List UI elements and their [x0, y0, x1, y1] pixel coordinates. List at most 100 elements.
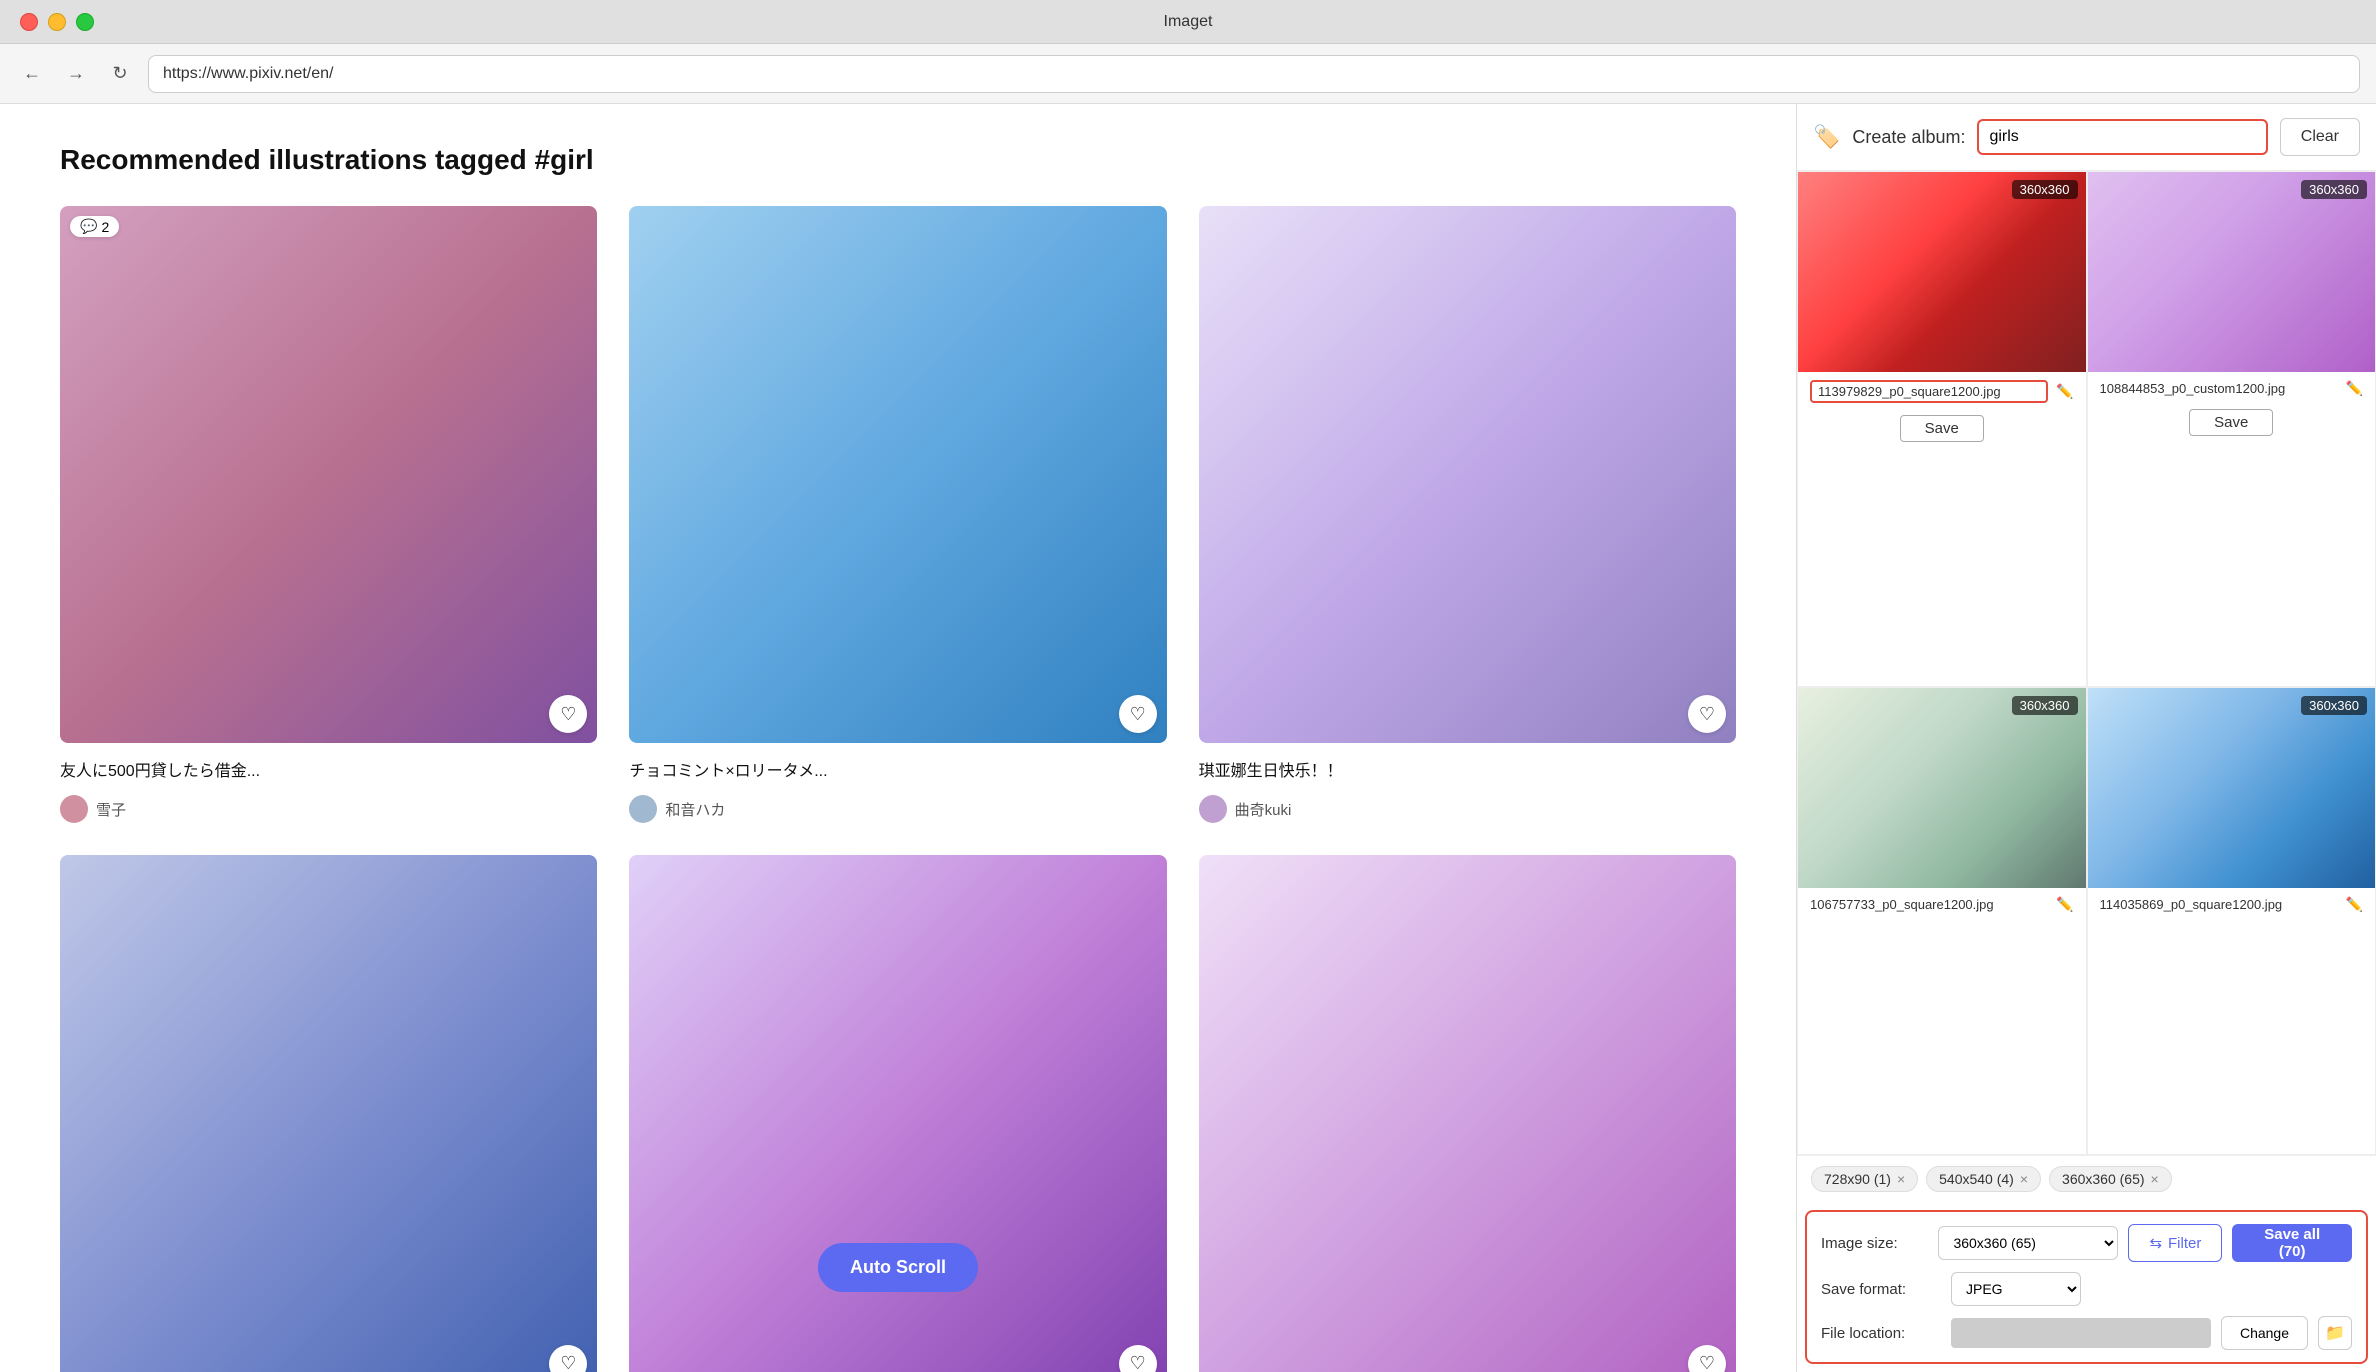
image-size-select[interactable]: 360x360 (65) 728x90 (1) 540x540 (4) [1938, 1226, 2118, 1260]
traffic-lights [20, 13, 94, 31]
clear-button[interactable]: Clear [2280, 118, 2360, 156]
close-traffic-light[interactable] [20, 13, 38, 31]
heart-button[interactable]: ♡ [549, 695, 587, 733]
main-content: Recommended illustrations tagged #girl 💬… [0, 104, 1796, 1372]
heart-button[interactable]: ♡ [549, 1345, 587, 1372]
image-size-row: Image size: 360x360 (65) 728x90 (1) 540x… [1821, 1224, 2352, 1262]
item-author: 曲奇kuki [1199, 795, 1736, 823]
gallery-thumb[interactable]: ♡ [629, 855, 1166, 1372]
image-card: 360x360 108844853_p0_custom1200.jpg ✏️ S… [2087, 171, 2376, 687]
image-thumbnail[interactable]: 360x360 [2088, 688, 2376, 888]
image-info: 106757733_p0_square1200.jpg ✏️ [1798, 888, 2086, 921]
size-badge: 360x360 [2301, 696, 2367, 715]
reload-button[interactable]: ↻ [104, 58, 136, 90]
size-badge: 360x360 [2012, 180, 2078, 199]
bottom-controls: Image size: 360x360 (65) 728x90 (1) 540x… [1805, 1210, 2368, 1364]
save-format-label: Save format: [1821, 1281, 1941, 1298]
minimize-traffic-light[interactable] [48, 13, 66, 31]
heart-button[interactable]: ♡ [1119, 695, 1157, 733]
filename: 114035869_p0_square1200.jpg [2100, 897, 2338, 912]
item-title: 琪亚娜生日快乐！！ [1199, 757, 1736, 781]
filter-button[interactable]: ⇆ Filter [2128, 1224, 2222, 1262]
save-all-button[interactable]: Save all (70) [2232, 1224, 2352, 1262]
gallery-item: ♡ チョコミント×ロリータメ... 和音ハカ [629, 206, 1166, 823]
filter-tag-remove[interactable]: × [2020, 1171, 2028, 1187]
save-format-select[interactable]: JPEG PNG WEBP [1951, 1272, 2081, 1306]
album-name-input[interactable] [1977, 119, 2267, 155]
filter-button-label: Filter [2168, 1235, 2201, 1252]
gallery-item: ♡ . GIN [629, 855, 1166, 1372]
title-bar: Imaget [0, 0, 2376, 44]
auto-scroll-button[interactable]: Auto Scroll [818, 1243, 978, 1292]
image-card: 360x360 114035869_p0_square1200.jpg ✏️ [2087, 687, 2376, 1156]
gallery-item: ♡ 琪亚娜生日快乐！！ 曲奇kuki [1199, 206, 1736, 823]
image-thumbnail[interactable]: 360x360 [1798, 688, 2086, 888]
maximize-traffic-light[interactable] [76, 13, 94, 31]
right-panel: 🏷️ Create album: Clear 360x360 113979829… [1796, 104, 2376, 1372]
image-thumbnail[interactable]: 360x360 [2088, 172, 2376, 372]
image-grid: 360x360 113979829_p0_square1200.jpg ✏️ S… [1797, 171, 2376, 1155]
page-title: Recommended illustrations tagged #girl [60, 144, 1736, 176]
edit-icon[interactable]: ✏️ [2056, 383, 2073, 400]
file-location-label: File location: [1821, 1325, 1941, 1342]
comment-icon: 💬 [80, 218, 97, 235]
gallery-thumb[interactable]: ♡ [1199, 206, 1736, 743]
gallery-item: ♡ ✦ゴス×ろり✦ ふぃゆ@お仕事募集中 [60, 855, 597, 1372]
author-avatar [60, 795, 88, 823]
filename: 108844853_p0_custom1200.jpg [2100, 381, 2338, 396]
item-title: チョコミント×ロリータメ... [629, 757, 1166, 781]
filename: 106757733_p0_square1200.jpg [1810, 897, 2048, 912]
panel-header: 🏷️ Create album: Clear [1797, 104, 2376, 171]
filter-bar: 728x90 (1) × 540x540 (4) × 360x360 (65) … [1797, 1155, 2376, 1202]
item-author: 雪子 [60, 795, 597, 823]
change-button[interactable]: Change [2221, 1316, 2308, 1350]
gallery-item: ♡ 20231207 中华漫 [1199, 855, 1736, 1372]
tag-icon: 🏷️ [1813, 124, 1840, 150]
filter-tag-remove[interactable]: × [2151, 1171, 2159, 1187]
image-info: 108844853_p0_custom1200.jpg ✏️ [2088, 372, 2376, 405]
heart-button[interactable]: ♡ [1688, 695, 1726, 733]
edit-icon[interactable]: ✏️ [2346, 380, 2363, 397]
create-album-label: Create album: [1852, 127, 1965, 148]
size-badge: 360x360 [2012, 696, 2078, 715]
gallery-thumb[interactable]: 💬 2 ♡ [60, 206, 597, 743]
save-button[interactable]: Save [2189, 409, 2273, 436]
save-button[interactable]: Save [1900, 415, 1984, 442]
comment-count: 2 [101, 219, 109, 235]
filter-tag-label: 728x90 (1) [1824, 1171, 1891, 1187]
image-gallery: 💬 2 ♡ 友人に500円貸したら借金... 雪子 ♡ チョコミント×ロリータメ… [60, 206, 1736, 1372]
comment-badge: 💬 2 [70, 216, 119, 237]
gallery-item: 💬 2 ♡ 友人に500円貸したら借金... 雪子 [60, 206, 597, 823]
browser-toolbar: ← → ↻ [0, 44, 2376, 104]
address-bar[interactable] [148, 55, 2360, 93]
author-avatar [1199, 795, 1227, 823]
filename: 113979829_p0_square1200.jpg [1810, 380, 2048, 403]
heart-button[interactable]: ♡ [1119, 1345, 1157, 1372]
image-card: 360x360 113979829_p0_square1200.jpg ✏️ S… [1797, 171, 2087, 687]
author-name: 曲奇kuki [1235, 799, 1292, 820]
filter-icon: ⇆ [2149, 1234, 2162, 1252]
open-folder-button[interactable]: 📁 [2318, 1316, 2352, 1350]
file-location-row: File location: Change 📁 [1821, 1316, 2352, 1350]
forward-button[interactable]: → [60, 58, 92, 90]
gallery-thumb[interactable]: ♡ [1199, 855, 1736, 1372]
edit-icon[interactable]: ✏️ [2056, 896, 2073, 913]
image-info: 114035869_p0_square1200.jpg ✏️ [2088, 888, 2376, 921]
folder-icon: 📁 [2325, 1323, 2345, 1343]
image-thumbnail[interactable]: 360x360 [1798, 172, 2086, 372]
filter-tag-728: 728x90 (1) × [1811, 1166, 1918, 1192]
gallery-thumb[interactable]: ♡ [60, 855, 597, 1372]
location-bar [1951, 1318, 2211, 1348]
size-badge: 360x360 [2301, 180, 2367, 199]
image-card: 360x360 106757733_p0_square1200.jpg ✏️ [1797, 687, 2087, 1156]
filter-tag-remove[interactable]: × [1897, 1171, 1905, 1187]
image-info: 113979829_p0_square1200.jpg ✏️ [1798, 372, 2086, 411]
item-title: 友人に500円貸したら借金... [60, 757, 597, 781]
edit-icon[interactable]: ✏️ [2346, 896, 2363, 913]
item-author: 和音ハカ [629, 795, 1166, 823]
gallery-thumb[interactable]: ♡ [629, 206, 1166, 743]
author-name: 和音ハカ [665, 799, 725, 820]
back-button[interactable]: ← [16, 58, 48, 90]
author-avatar [629, 795, 657, 823]
heart-button[interactable]: ♡ [1688, 1345, 1726, 1372]
